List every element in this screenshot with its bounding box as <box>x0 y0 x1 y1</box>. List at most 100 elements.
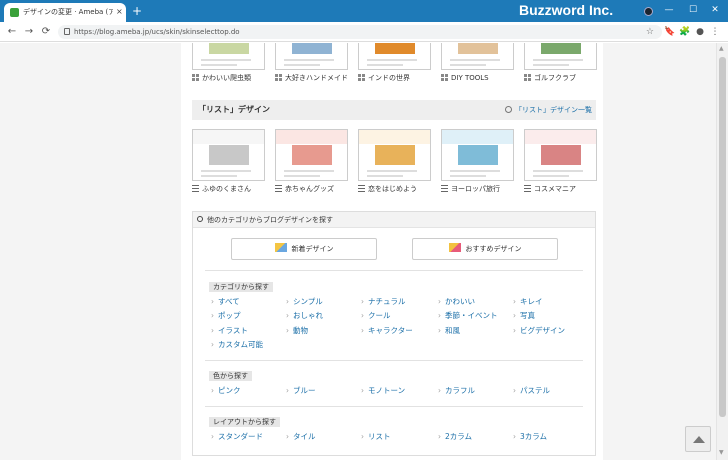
new-tab-button[interactable]: + <box>130 4 144 18</box>
content-column: かわいい爬虫類 大好きハンドメイド インドの世界 DIY TOOLS ゴルフクラ… <box>181 43 603 460</box>
list-layout-icon <box>441 185 448 192</box>
account-avatar-icon[interactable]: ● <box>693 25 707 39</box>
design-finder-panel: 他のカテゴリからブログデザインを探す 新着デザイン おすすめデザイン カテゴリか… <box>192 211 596 456</box>
category-link[interactable]: シンプル <box>286 297 323 307</box>
color-link[interactable]: モノトーン <box>361 386 405 396</box>
divider <box>205 406 583 407</box>
ameba-favicon-icon <box>10 8 19 17</box>
grid-layout-icon <box>275 74 282 81</box>
maximize-button[interactable]: ☐ <box>682 2 704 18</box>
divider <box>205 360 583 361</box>
design-thumbnail[interactable] <box>358 129 431 181</box>
category-link[interactable]: クール <box>361 311 391 321</box>
scrollbar-thumb[interactable] <box>719 57 726 417</box>
design-thumbnail[interactable] <box>192 129 265 181</box>
layout-link[interactable]: リスト <box>361 432 391 442</box>
category-link[interactable]: 写真 <box>513 311 535 321</box>
scroll-down-icon[interactable]: ▼ <box>719 449 724 456</box>
list-layout-icon <box>358 185 365 192</box>
extensions-puzzle-icon[interactable]: 🧩 <box>678 25 692 39</box>
category-link[interactable]: キレイ <box>513 297 543 307</box>
address-bar: ← → ⟳ https://blog.ameba.jp/ucs/skin/ski… <box>0 22 728 42</box>
category-link[interactable]: 動物 <box>286 326 308 336</box>
title-bar: デザインの変更 · Ameba (アメーバ) × + Buzzword Inc.… <box>0 0 728 22</box>
design-name[interactable]: インドの世界 <box>368 74 410 82</box>
category-link[interactable]: ナチュラル <box>361 297 406 307</box>
design-name[interactable]: 赤ちゃんグッズ <box>285 185 334 193</box>
design-name[interactable]: DIY TOOLS <box>451 74 489 82</box>
design-name[interactable]: ゴルフクラブ <box>534 74 576 82</box>
back-to-top-button[interactable] <box>685 426 711 452</box>
back-icon[interactable]: ← <box>5 25 19 39</box>
category-link[interactable]: キャラクター <box>361 326 413 336</box>
category-link[interactable]: カスタム可能 <box>211 340 263 350</box>
design-thumbnail[interactable] <box>192 43 265 70</box>
layout-link[interactable]: タイル <box>286 432 316 442</box>
tab-close-icon[interactable]: × <box>116 6 123 18</box>
list-layout-icon <box>192 185 199 192</box>
category-link[interactable]: イラスト <box>211 326 248 336</box>
design-name[interactable]: 大好きハンドメイド <box>285 74 348 82</box>
color-link[interactable]: ブルー <box>286 386 316 396</box>
category-link[interactable]: 季節・イベント <box>438 311 498 321</box>
category-link[interactable]: ポップ <box>211 311 241 321</box>
design-name[interactable]: 恋をはじめよう <box>368 185 417 193</box>
profile-icon[interactable] <box>644 7 653 16</box>
category-link[interactable]: ビグデザイン <box>513 326 565 336</box>
color-link[interactable]: パステル <box>513 386 550 396</box>
category-link[interactable]: すべて <box>211 297 240 307</box>
color-section-label: 色から探す <box>209 371 252 381</box>
list-design-header: 「リスト」デザイン 「リスト」デザイン一覧 <box>192 100 596 120</box>
design-name[interactable]: ヨーロッパ旅行 <box>451 185 500 193</box>
layout-section-label: レイアウトから探す <box>209 417 280 427</box>
vertical-scrollbar[interactable]: ▲ ▼ <box>716 43 728 460</box>
layout-link[interactable]: スタンダード <box>211 432 263 442</box>
heart-star-icon <box>448 243 461 252</box>
minimize-button[interactable]: — <box>658 2 680 18</box>
scroll-up-icon[interactable]: ▲ <box>719 45 724 52</box>
search-icon <box>197 216 203 222</box>
forward-icon[interactable]: → <box>22 25 36 39</box>
section-title: 「リスト」デザイン <box>198 105 270 114</box>
category-section-label: カテゴリから探す <box>209 282 273 292</box>
design-thumbnail[interactable] <box>358 43 431 70</box>
color-link[interactable]: ピンク <box>211 386 241 396</box>
recommended-designs-button[interactable]: おすすめデザイン <box>412 238 558 260</box>
category-link[interactable]: おしゃれ <box>286 311 323 321</box>
grid-layout-icon <box>192 74 199 81</box>
list-layout-icon <box>524 185 531 192</box>
layout-link[interactable]: 2カラム <box>438 432 472 442</box>
bookmark-star-icon[interactable]: ☆ <box>646 25 654 39</box>
color-link[interactable]: カラフル <box>438 386 475 396</box>
reload-icon[interactable]: ⟳ <box>39 25 53 39</box>
browser-tab[interactable]: デザインの変更 · Ameba (アメーバ) × <box>4 3 126 22</box>
design-thumbnail[interactable] <box>275 129 348 181</box>
design-thumbnail[interactable] <box>275 43 348 70</box>
new-designs-button[interactable]: 新着デザイン <box>231 238 377 260</box>
browser-window: デザインの変更 · Ameba (アメーバ) × + Buzzword Inc.… <box>0 0 728 460</box>
close-window-button[interactable]: ✕ <box>704 2 726 18</box>
list-design-more-link[interactable]: 「リスト」デザイン一覧 <box>505 100 592 120</box>
page-viewport: かわいい爬虫類 大好きハンドメイド インドの世界 DIY TOOLS ゴルフクラ… <box>0 43 716 460</box>
design-thumbnail[interactable] <box>441 43 514 70</box>
extension-reader-icon[interactable]: 🔖 <box>663 25 677 39</box>
category-link[interactable]: かわいい <box>438 297 475 307</box>
circle-arrow-icon <box>505 106 512 113</box>
brand-watermark: Buzzword Inc. <box>519 2 614 18</box>
url-field[interactable]: https://blog.ameba.jp/ucs/skin/skinselec… <box>58 25 662 39</box>
lock-icon <box>64 28 70 35</box>
url-text: https://blog.ameba.jp/ucs/skin/skinselec… <box>74 28 240 36</box>
design-thumbnail[interactable] <box>441 129 514 181</box>
layout-link[interactable]: 3カラム <box>513 432 547 442</box>
design-thumbnail[interactable] <box>524 43 597 70</box>
category-link[interactable]: 和風 <box>438 326 460 336</box>
sparkle-icon <box>274 243 287 252</box>
divider <box>205 270 583 271</box>
design-name[interactable]: ふゆのくまさん <box>202 185 251 193</box>
design-thumbnail[interactable] <box>524 129 597 181</box>
menu-kebab-icon[interactable]: ⋮ <box>708 25 722 39</box>
design-name[interactable]: コスメマニア <box>534 185 576 193</box>
tab-title: デザインの変更 · Ameba (アメーバ) <box>23 8 113 16</box>
design-name[interactable]: かわいい爬虫類 <box>202 74 251 82</box>
grid-layout-icon <box>524 74 531 81</box>
